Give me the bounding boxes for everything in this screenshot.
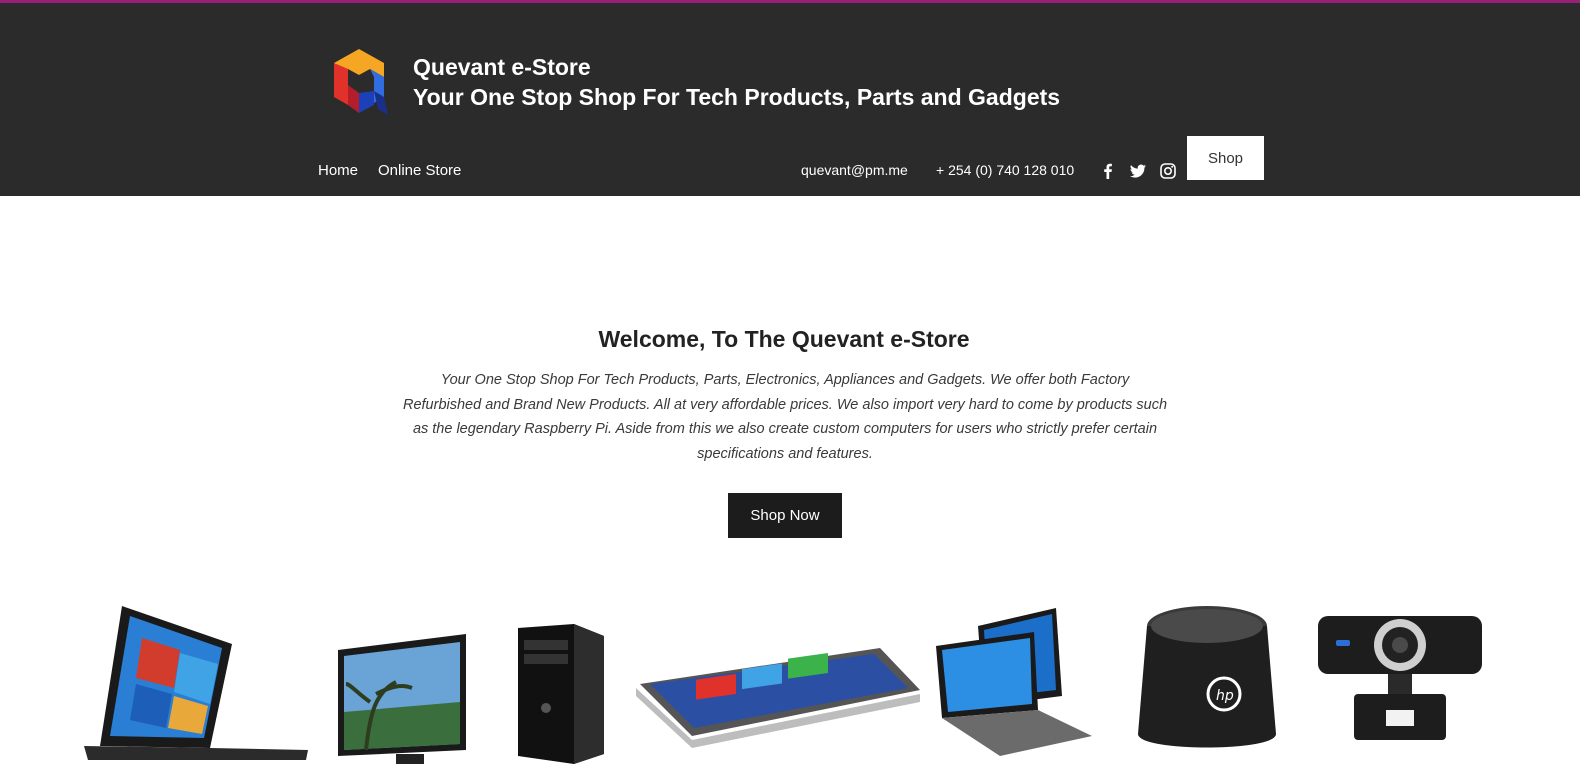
nav-online-store[interactable]: Online Store [378,162,461,179]
webcam-icon [1316,612,1484,742]
site-title: Quevant e-Store [413,54,591,80]
contact-phone: + 254 (0) 740 128 010 [936,162,1075,178]
welcome-text: Your One Stop Shop For Tech Products, Pa… [402,372,1168,462]
contact-email[interactable]: quevant@pm.me [801,162,908,178]
instagram-icon[interactable] [1159,162,1177,180]
desktop-tower-icon [514,624,606,764]
svg-text:hp: hp [1216,688,1234,704]
shop-now-button[interactable]: Shop Now [728,493,842,538]
convertible-laptop-icon [636,644,922,748]
nav-home[interactable]: Home [318,162,358,179]
welcome-title: Welcome, To The Quevant e-Store [598,326,970,352]
site-subtitle: Your One Stop Shop For Tech Products, Pa… [413,84,1061,110]
speaker-icon: hp [1136,604,1278,760]
quevant-logo-icon[interactable] [330,47,388,117]
twitter-icon[interactable] [1129,162,1147,180]
flip-laptop-icon [934,606,1094,758]
facebook-icon[interactable] [1099,162,1117,180]
laptop-icon [80,598,310,764]
shop-button[interactable]: Shop [1187,136,1264,180]
monitor-icon [336,632,470,764]
